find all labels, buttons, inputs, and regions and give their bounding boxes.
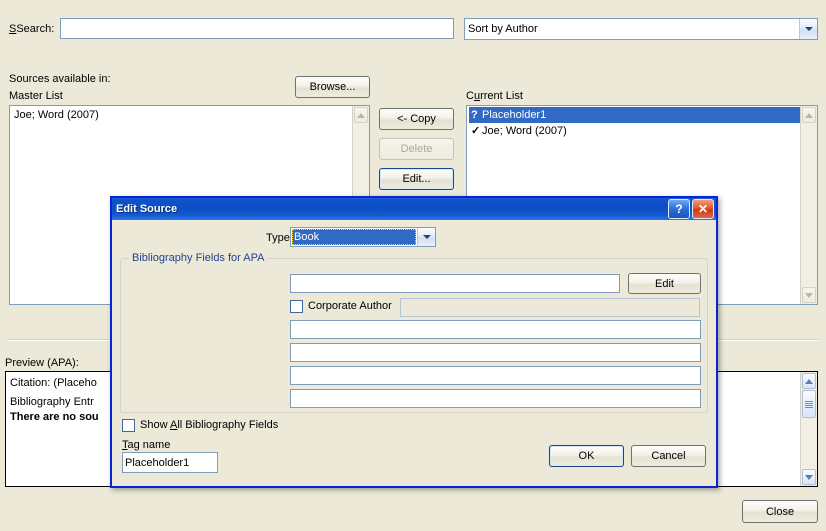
close-icon[interactable]: ✕ bbox=[692, 199, 714, 219]
current-list-item-1-text: Joe; Word (2007) bbox=[482, 125, 567, 137]
bibliography-fields-group-title: Bibliography Fields for APA bbox=[129, 252, 268, 264]
scroll-up-icon[interactable] bbox=[802, 107, 816, 123]
preview-label: Preview (APA): bbox=[5, 357, 79, 369]
dialog-title-bar[interactable]: Edit Source ? ✕ bbox=[110, 196, 718, 220]
title-input[interactable] bbox=[290, 320, 701, 339]
corporate-author-input bbox=[400, 298, 700, 317]
tag-name-input[interactable] bbox=[122, 452, 218, 473]
dialog-title: Edit Source bbox=[116, 203, 178, 215]
list-item[interactable]: ✓ Joe; Word (2007) bbox=[469, 123, 800, 139]
corporate-author-label: Corporate Author bbox=[308, 300, 392, 312]
sort-by-value: Sort by Author bbox=[468, 23, 538, 35]
scroll-up-icon[interactable] bbox=[354, 107, 368, 123]
scroll-down-icon[interactable] bbox=[802, 287, 816, 303]
publisher-input[interactable] bbox=[290, 389, 701, 408]
placeholder-question-icon: ? bbox=[471, 109, 478, 121]
show-all-row: Show All Bibliography Fields bbox=[122, 419, 278, 432]
delete-button: Delete bbox=[379, 138, 454, 160]
type-of-source-value: Book bbox=[292, 229, 416, 245]
preview-scrollbar[interactable] bbox=[800, 372, 817, 486]
show-all-bibliography-fields-label: Show All Bibliography Fields bbox=[140, 419, 279, 431]
city-input[interactable] bbox=[290, 366, 701, 385]
year-input[interactable] bbox=[290, 343, 701, 362]
cancel-button[interactable]: Cancel bbox=[631, 445, 706, 467]
master-list-item-0-text: Joe; Word (2007) bbox=[14, 109, 99, 121]
current-list-label: Current List bbox=[466, 90, 523, 102]
checkmark-icon: ✓ bbox=[471, 125, 481, 137]
sort-by-dropdown[interactable]: Sort by Author bbox=[464, 18, 818, 40]
edit-button[interactable]: Edit... bbox=[379, 168, 454, 190]
master-list-label: Master List bbox=[9, 90, 63, 102]
close-button[interactable]: Close bbox=[742, 500, 818, 523]
search-input[interactable] bbox=[60, 18, 454, 39]
copy-button[interactable]: <- Copy bbox=[379, 108, 454, 130]
chevron-down-icon[interactable] bbox=[799, 19, 817, 39]
scroll-down-icon[interactable] bbox=[802, 469, 816, 485]
scroll-thumb[interactable] bbox=[802, 390, 816, 418]
ok-button[interactable]: OK bbox=[549, 445, 624, 467]
author-edit-button[interactable]: Edit bbox=[628, 273, 701, 294]
list-item[interactable]: ? Placeholder1 bbox=[469, 107, 800, 123]
corporate-author-row: Corporate Author bbox=[290, 300, 392, 313]
edit-source-dialog: Edit Source ? ✕ Type of Source Book Bibl… bbox=[110, 196, 718, 488]
help-icon[interactable]: ? bbox=[668, 199, 690, 219]
sources-available-label: Sources available in: bbox=[9, 73, 111, 85]
list-item[interactable]: Joe; Word (2007) bbox=[12, 107, 352, 123]
scroll-up-icon[interactable] bbox=[802, 373, 816, 389]
scroll-track[interactable] bbox=[801, 124, 817, 286]
browse-button[interactable]: Browse... bbox=[295, 76, 370, 98]
show-all-bibliography-fields-checkbox[interactable] bbox=[122, 419, 135, 432]
source-manager-window: SSearch: Sort by Author Sources availabl… bbox=[0, 0, 826, 531]
chevron-down-icon[interactable] bbox=[417, 228, 435, 246]
tag-name-label: Tag name bbox=[122, 439, 171, 451]
current-list-item-0-text: Placeholder1 bbox=[482, 109, 547, 121]
author-input[interactable] bbox=[290, 274, 620, 293]
search-label-text: Search: bbox=[16, 23, 55, 35]
current-list-scrollbar[interactable] bbox=[800, 106, 817, 304]
type-of-source-dropdown[interactable]: Book bbox=[290, 227, 436, 247]
scroll-track[interactable] bbox=[801, 418, 817, 468]
search-label: SSearch: bbox=[9, 23, 55, 35]
corporate-author-checkbox[interactable] bbox=[290, 300, 303, 313]
